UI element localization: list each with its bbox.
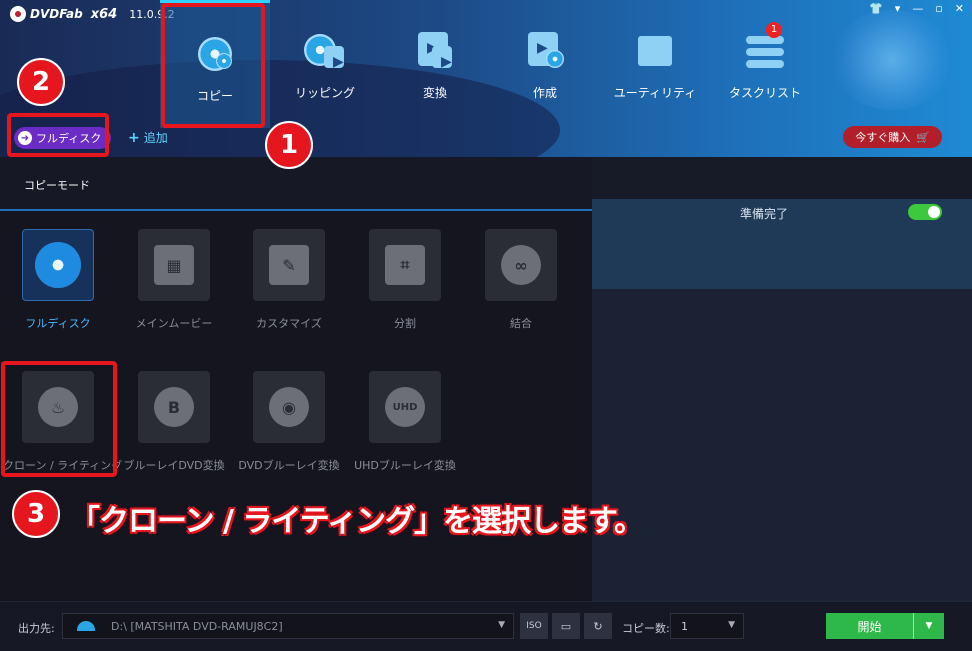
nav-utility-label: ユーティリティ xyxy=(613,86,697,100)
drive-icon xyxy=(77,621,95,631)
mode-merge[interactable]: ∞ 結合 xyxy=(466,229,576,331)
nav-ripping[interactable]: リッピング xyxy=(270,0,380,128)
chevron-down-icon: ▼ xyxy=(728,620,735,630)
mode-main-movie[interactable]: ▦ メインムービー xyxy=(119,229,229,331)
mode-label: ブルーレイDVD変換 xyxy=(123,459,225,472)
mode-label: 分割 xyxy=(394,317,416,330)
buy-label: 今すぐ購入 xyxy=(855,131,911,144)
task-status-row: 準備完了 xyxy=(592,199,972,289)
nav-tasklist-label: タスクリスト xyxy=(728,86,801,100)
output-value: D:\ [MATSHITA DVD-RAMUJ8C2] xyxy=(111,619,283,633)
mode-tile: ∞ xyxy=(485,229,557,301)
mode-bd-to-dvd[interactable]: B ブルーレイDVD変換 xyxy=(119,371,229,473)
film-icon: ▦ xyxy=(154,245,194,285)
mode-tile: ◉ xyxy=(253,371,325,443)
output-select[interactable]: D:\ [MATSHITA DVD-RAMUJ8C2] ▼ xyxy=(62,613,514,639)
mode-split[interactable]: ⌗ 分割 xyxy=(350,229,460,331)
app-arch: x64 xyxy=(90,6,118,22)
mode-label: DVDブルーレイ変換 xyxy=(238,459,340,472)
edit-icon: ✎ xyxy=(269,245,309,285)
copies-select[interactable]: 1 ▼ xyxy=(670,613,744,639)
copies-label: コピー数: xyxy=(622,622,670,635)
shirt-icon[interactable]: 👕 xyxy=(869,2,883,15)
iso-button[interactable]: ISO xyxy=(520,613,548,639)
iso-label: ISO xyxy=(526,621,542,631)
uhd-icon: UHD xyxy=(385,387,425,427)
close-icon[interactable]: ✕ xyxy=(955,2,964,15)
mode-label: UHDブルーレイ変換 xyxy=(354,459,456,472)
nav-create-label: 作成 xyxy=(532,86,557,100)
folder-icon: ▭ xyxy=(560,619,572,633)
tasklist-icon: 1 xyxy=(742,22,788,74)
create-icon xyxy=(522,28,568,74)
nav-convert[interactable]: 変換 xyxy=(380,0,490,128)
mode-tile xyxy=(22,229,94,301)
refresh-icon: ↻ xyxy=(593,619,603,633)
add-source-button[interactable]: + 追加 xyxy=(128,129,168,146)
crop-icon: ⌗ xyxy=(385,245,425,285)
enable-toggle[interactable] xyxy=(908,204,942,220)
mode-uhd-to-bd[interactable]: UHD UHDブルーレイ変換 xyxy=(350,371,460,473)
ripping-icon xyxy=(302,28,348,74)
mode-tile: ▦ xyxy=(138,229,210,301)
mode-tile: B xyxy=(138,371,210,443)
output-bar: 出力先: D:\ [MATSHITA DVD-RAMUJ8C2] ▼ ISO ▭… xyxy=(0,601,972,651)
plus-icon: + xyxy=(128,130,140,146)
link-icon: ∞ xyxy=(501,245,541,285)
mode-label: フルディスク xyxy=(25,317,91,330)
annotation-number-2: 2 xyxy=(17,58,65,106)
buy-now-button[interactable]: 今すぐ購入 🛒 xyxy=(843,126,942,148)
nav-ripping-label: リッピング xyxy=(294,86,355,100)
task-pane-header xyxy=(592,157,972,199)
dvdfab-logo-icon xyxy=(10,6,26,22)
app-brand: DVDFab xyxy=(30,7,83,21)
bluray-icon: B xyxy=(154,387,194,427)
annotation-number-1: 1 xyxy=(265,121,313,169)
app-header: DVDFab x64 11.0.9.2 👕 ▾ — ▫ ✕ コピー リッピング xyxy=(0,0,972,157)
annotation-number-3: 3 xyxy=(12,490,60,538)
folder-button[interactable]: ▭ xyxy=(552,613,580,639)
nav-utility[interactable]: ユーティリティ xyxy=(600,0,710,128)
mode-label: 結合 xyxy=(510,317,532,330)
start-button[interactable]: 開始 ▼ xyxy=(826,613,944,639)
utility-folder-icon xyxy=(632,28,678,74)
mode-tile: ✎ xyxy=(253,229,325,301)
copy-mode-title: コピーモード xyxy=(24,179,90,192)
dvd-disc-icon: ◉ xyxy=(269,387,309,427)
copies-value: 1 xyxy=(681,620,688,633)
nav-tasklist[interactable]: 1 タスクリスト xyxy=(710,0,820,128)
add-label: 追加 xyxy=(143,131,168,145)
mode-label: メインムービー xyxy=(135,317,213,330)
refresh-button[interactable]: ↻ xyxy=(584,613,612,639)
disc-icon xyxy=(35,242,81,288)
output-label: 出力先: xyxy=(18,622,55,635)
annotation-callout: 「クローン / ライティング」を選択します。 xyxy=(70,504,644,539)
annotation-box-clone xyxy=(1,361,117,477)
annotation-box-copy xyxy=(161,3,265,128)
mode-full-disc[interactable]: フルディスク xyxy=(3,229,113,331)
tasklist-badge: 1 xyxy=(766,22,782,38)
chevron-down-icon: ▼ xyxy=(498,620,505,630)
window-controls: 👕 ▾ — ▫ ✕ xyxy=(869,2,964,15)
status-text: 準備完了 xyxy=(740,207,789,221)
convert-icon xyxy=(412,28,458,74)
app-logo: DVDFab x64 11.0.9.2 xyxy=(10,6,175,22)
minimize-icon[interactable]: — xyxy=(912,2,923,15)
start-dropdown-icon[interactable]: ▼ xyxy=(914,613,944,639)
header-glow-decoration xyxy=(832,10,952,110)
mode-customize[interactable]: ✎ カスタマイズ xyxy=(234,229,344,331)
nav-convert-label: 変換 xyxy=(422,86,447,100)
mode-dvd-to-bd[interactable]: ◉ DVDブルーレイ変換 xyxy=(234,371,344,473)
start-label: 開始 xyxy=(826,613,914,639)
task-pane: 準備完了 xyxy=(592,157,972,601)
restore-icon[interactable]: ▫ xyxy=(935,2,942,15)
mode-label: カスタマイズ xyxy=(256,317,322,330)
annotation-box-fulldisc xyxy=(7,113,109,157)
nav-create[interactable]: 作成 xyxy=(490,0,600,128)
mode-tile: ⌗ xyxy=(369,229,441,301)
cart-icon: 🛒 xyxy=(916,130,930,144)
mode-tile: UHD xyxy=(369,371,441,443)
menu-icon[interactable]: ▾ xyxy=(895,2,901,15)
